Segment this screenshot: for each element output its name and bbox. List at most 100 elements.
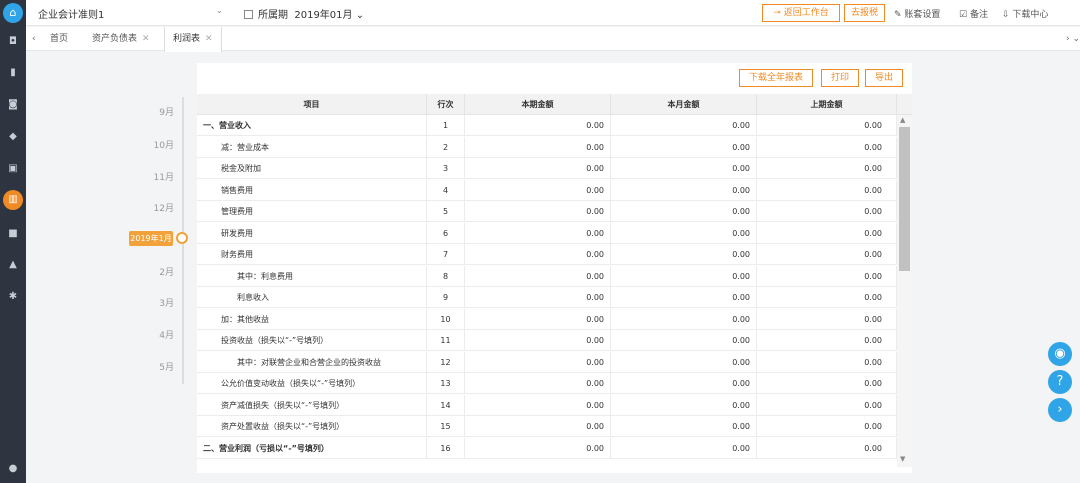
row-current-amount[interactable]: 0.00 bbox=[465, 330, 611, 351]
table-row[interactable]: 研发费用 6 0.00 0.00 0.00 bbox=[197, 222, 897, 244]
download-annual-report-button[interactable]: 下载全年报表 bbox=[739, 69, 813, 87]
table-row[interactable]: 税金及附加 3 0.00 0.00 0.00 bbox=[197, 158, 897, 179]
row-current-amount[interactable]: 0.00 bbox=[465, 158, 611, 179]
row-previous-amount[interactable]: 0.00 bbox=[757, 136, 897, 158]
account-book-selector[interactable]: 企业会计准则1 bbox=[38, 6, 104, 21]
row-previous-amount[interactable]: 0.00 bbox=[757, 222, 897, 244]
row-previous-amount[interactable]: 0.00 bbox=[757, 437, 897, 459]
row-month-amount[interactable]: 0.00 bbox=[611, 136, 757, 158]
row-current-amount[interactable]: 0.00 bbox=[465, 136, 611, 158]
timeline-month[interactable]: 12月 bbox=[114, 201, 174, 214]
row-current-amount[interactable]: 0.00 bbox=[465, 394, 611, 416]
row-previous-amount[interactable]: 0.00 bbox=[757, 330, 897, 351]
row-current-amount[interactable]: 0.00 bbox=[465, 416, 611, 437]
timeline-month[interactable]: 9月 bbox=[114, 105, 174, 118]
user-icon[interactable]: ● bbox=[6, 462, 20, 476]
row-month-amount[interactable]: 0.00 bbox=[611, 330, 757, 351]
row-previous-amount[interactable]: 0.00 bbox=[757, 308, 897, 330]
tab-home[interactable]: 首页 bbox=[42, 27, 76, 51]
table-row[interactable]: 其中：对联营企业和合营企业的投资收益 12 0.00 0.00 0.00 bbox=[197, 351, 897, 373]
voucher-icon[interactable]: ◘ bbox=[6, 35, 20, 49]
download-center-button[interactable]: ⇩ 下载中心 bbox=[1002, 7, 1048, 20]
row-previous-amount[interactable]: 0.00 bbox=[757, 373, 897, 394]
timeline-month[interactable]: 5月 bbox=[114, 360, 174, 373]
document-icon[interactable]: ▮ bbox=[6, 66, 20, 80]
row-current-amount[interactable]: 0.00 bbox=[465, 201, 611, 222]
close-icon[interactable]: ✕ bbox=[205, 34, 213, 44]
table-row[interactable]: 利息收入 9 0.00 0.00 0.00 bbox=[197, 287, 897, 308]
row-previous-amount[interactable]: 0.00 bbox=[757, 287, 897, 308]
row-current-amount[interactable]: 0.00 bbox=[465, 222, 611, 244]
row-current-amount[interactable]: 0.00 bbox=[465, 437, 611, 459]
table-row[interactable]: 二、营业利润（亏损以“-”号填列） 16 0.00 0.00 0.00 bbox=[197, 437, 897, 459]
table-row[interactable]: 管理费用 5 0.00 0.00 0.00 bbox=[197, 201, 897, 222]
row-current-amount[interactable]: 0.00 bbox=[465, 373, 611, 394]
row-previous-amount[interactable]: 0.00 bbox=[757, 158, 897, 179]
close-icon[interactable]: ✕ bbox=[142, 34, 150, 44]
table-row[interactable]: 公允价值变动收益（损失以“-”号填列） 13 0.00 0.00 0.00 bbox=[197, 373, 897, 394]
chevron-right-icon[interactable]: › bbox=[1048, 398, 1072, 422]
print-button[interactable]: 打印 bbox=[821, 69, 859, 87]
back-to-workbench-button[interactable]: ⊸ 返回工作台 bbox=[762, 4, 840, 22]
timeline-active-month[interactable]: 2019年1月 bbox=[129, 231, 173, 246]
row-month-amount[interactable]: 0.00 bbox=[611, 179, 757, 201]
scrollbar-thumb[interactable] bbox=[899, 127, 910, 271]
notes-button[interactable]: ☑ 备注 bbox=[959, 7, 988, 20]
row-previous-amount[interactable]: 0.00 bbox=[757, 265, 897, 287]
row-current-amount[interactable]: 0.00 bbox=[465, 265, 611, 287]
row-month-amount[interactable]: 0.00 bbox=[611, 437, 757, 459]
tab-balance-sheet[interactable]: 资产负债表 ✕ bbox=[84, 27, 158, 51]
table-row[interactable]: 财务费用 7 0.00 0.00 0.00 bbox=[197, 244, 897, 265]
row-month-amount[interactable]: 0.00 bbox=[611, 308, 757, 330]
scroll-up-icon[interactable]: ▲ bbox=[900, 116, 905, 124]
scroll-down-icon[interactable]: ▼ bbox=[900, 455, 905, 463]
file-tax-button[interactable]: 去报税 bbox=[844, 4, 886, 22]
row-month-amount[interactable]: 0.00 bbox=[611, 416, 757, 437]
folder-icon[interactable]: ■ bbox=[6, 227, 20, 241]
report-chart-icon[interactable]: ▥ bbox=[3, 190, 23, 210]
help-icon[interactable]: ? bbox=[1048, 370, 1072, 394]
chevron-down-icon[interactable]: ⌄ bbox=[216, 6, 223, 15]
table-row[interactable]: 一、营业收入 1 0.00 0.00 0.00 bbox=[197, 115, 897, 136]
timeline-month[interactable]: 11月 bbox=[114, 170, 174, 183]
home-icon[interactable]: ⌂ bbox=[3, 3, 23, 23]
row-current-amount[interactable]: 0.00 bbox=[465, 308, 611, 330]
gear-icon[interactable]: ✱ bbox=[6, 290, 20, 304]
row-current-amount[interactable]: 0.00 bbox=[465, 115, 611, 136]
row-month-amount[interactable]: 0.00 bbox=[611, 394, 757, 416]
row-previous-amount[interactable]: 0.00 bbox=[757, 416, 897, 437]
row-month-amount[interactable]: 0.00 bbox=[611, 222, 757, 244]
row-month-amount[interactable]: 0.00 bbox=[611, 201, 757, 222]
invoice-icon[interactable]: ▣ bbox=[6, 162, 20, 176]
period-selector[interactable]: 所属期 2019年01月 ⌄ bbox=[244, 6, 364, 21]
row-previous-amount[interactable]: 0.00 bbox=[757, 351, 897, 373]
row-current-amount[interactable]: 0.00 bbox=[465, 287, 611, 308]
table-row[interactable]: 投资收益（损失以“-”号填列） 11 0.00 0.00 0.00 bbox=[197, 330, 897, 351]
row-month-amount[interactable]: 0.00 bbox=[611, 265, 757, 287]
building-icon[interactable]: ▲ bbox=[6, 258, 20, 272]
timeline-month[interactable]: 3月 bbox=[114, 296, 174, 309]
row-current-amount[interactable]: 0.00 bbox=[465, 179, 611, 201]
table-row[interactable]: 其中：利息费用 8 0.00 0.00 0.00 bbox=[197, 265, 897, 287]
row-previous-amount[interactable]: 0.00 bbox=[757, 244, 897, 265]
row-current-amount[interactable]: 0.00 bbox=[465, 244, 611, 265]
tab-scroll-right-icon[interactable]: › ⌄ bbox=[1066, 27, 1080, 51]
row-month-amount[interactable]: 0.00 bbox=[611, 351, 757, 373]
table-row[interactable]: 资产处置收益（损失以“-”号填列） 15 0.00 0.00 0.00 bbox=[197, 416, 897, 437]
row-previous-amount[interactable]: 0.00 bbox=[757, 179, 897, 201]
table-scrollbar[interactable]: ▲ ▼ bbox=[897, 115, 912, 467]
table-row[interactable]: 销售费用 4 0.00 0.00 0.00 bbox=[197, 179, 897, 201]
row-current-amount[interactable]: 0.00 bbox=[465, 351, 611, 373]
wallet-icon[interactable]: ◆ bbox=[6, 130, 20, 144]
row-previous-amount[interactable]: 0.00 bbox=[757, 201, 897, 222]
row-month-amount[interactable]: 0.00 bbox=[611, 287, 757, 308]
row-month-amount[interactable]: 0.00 bbox=[611, 115, 757, 136]
account-settings-button[interactable]: ✎ 账套设置 bbox=[894, 7, 940, 20]
row-previous-amount[interactable]: 0.00 bbox=[757, 115, 897, 136]
table-row[interactable]: 加：其他收益 10 0.00 0.00 0.00 bbox=[197, 308, 897, 330]
table-row[interactable]: 资产减值损失（损失以“-”号填列） 14 0.00 0.00 0.00 bbox=[197, 394, 897, 416]
eye-icon[interactable]: ◉ bbox=[1048, 342, 1072, 366]
cash-icon[interactable]: ◙ bbox=[6, 98, 20, 112]
timeline-month[interactable]: 4月 bbox=[114, 328, 174, 341]
row-previous-amount[interactable]: 0.00 bbox=[757, 394, 897, 416]
